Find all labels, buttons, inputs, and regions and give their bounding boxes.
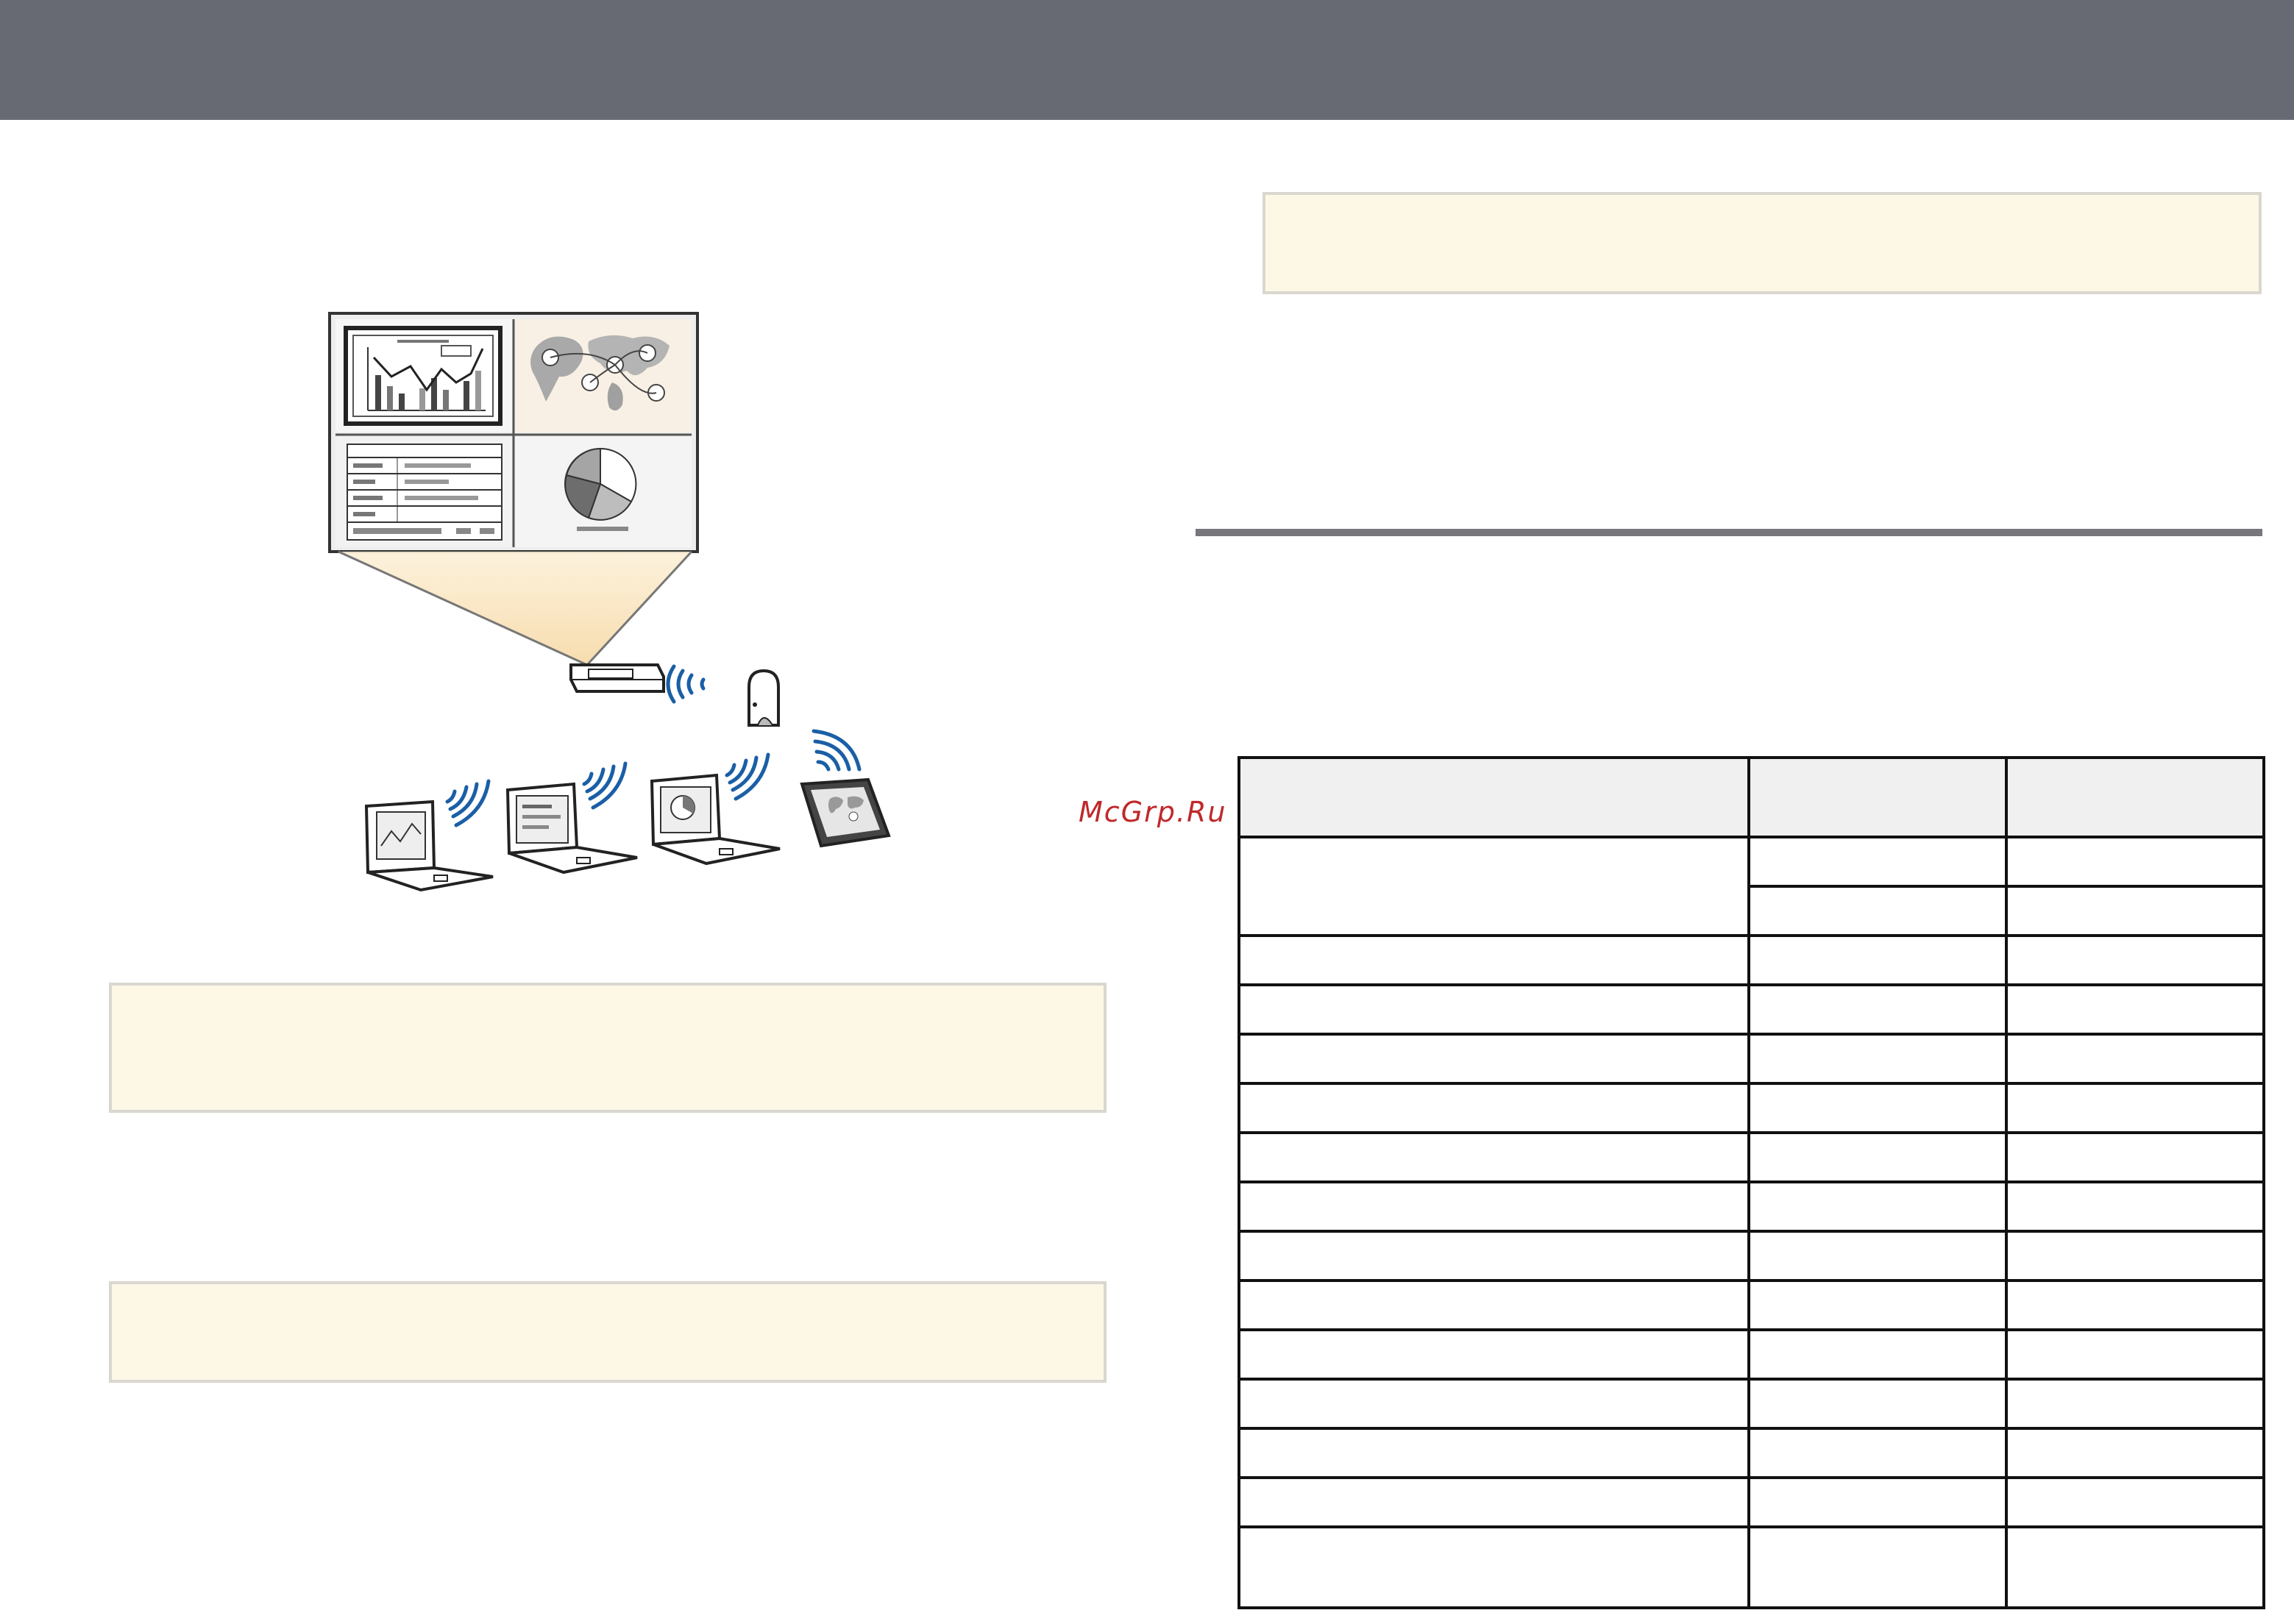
table-row bbox=[1237, 836, 2265, 937]
tablet-icon bbox=[800, 777, 891, 848]
table-cell bbox=[1237, 1476, 1750, 1528]
table-cell bbox=[2005, 1033, 2265, 1085]
table-cell bbox=[1747, 1082, 2008, 1134]
table-row bbox=[1237, 1082, 2265, 1134]
table-cell bbox=[1747, 1476, 2008, 1528]
wifi-icon bbox=[812, 729, 862, 772]
table-cell bbox=[2005, 1476, 2265, 1528]
table-panel-icon bbox=[347, 444, 503, 541]
table-row bbox=[1237, 1033, 2265, 1085]
table-header-cell bbox=[1237, 756, 1750, 838]
laptop-icon bbox=[505, 782, 638, 875]
table-cell bbox=[2005, 934, 2265, 986]
table-cell bbox=[2005, 836, 2265, 888]
table-cell bbox=[2005, 1378, 2265, 1430]
laptop-icon bbox=[650, 773, 781, 866]
watermark: McGrp.Ru bbox=[1079, 796, 1227, 828]
table-row bbox=[1237, 1279, 2265, 1331]
table-cell bbox=[1237, 1180, 1750, 1233]
table-header-cell bbox=[1747, 756, 2008, 838]
table-cell bbox=[2005, 1525, 2265, 1609]
table-cell bbox=[1747, 1279, 2008, 1331]
table-cell bbox=[1237, 1131, 1750, 1183]
wifi-icon bbox=[725, 752, 770, 801]
section-divider bbox=[1196, 529, 2262, 536]
table-cell bbox=[2005, 885, 2265, 937]
table-cell bbox=[2005, 1082, 2265, 1134]
table-cell bbox=[1237, 1082, 1750, 1134]
table-row bbox=[1237, 1131, 2265, 1183]
table-cell bbox=[1747, 983, 2008, 1036]
table-row bbox=[1237, 1525, 2265, 1609]
laptop-icon bbox=[364, 799, 494, 892]
note-box bbox=[109, 983, 1107, 1113]
header-bar bbox=[0, 0, 2294, 120]
table-cell bbox=[1237, 1279, 1750, 1331]
table-row bbox=[1237, 1230, 2265, 1282]
table-cell bbox=[1237, 1328, 1750, 1381]
table-cell bbox=[1237, 1230, 1750, 1282]
specification-table bbox=[1237, 756, 2265, 1609]
table-cell bbox=[2005, 1180, 2265, 1233]
note-box bbox=[109, 1281, 1107, 1383]
table-cell bbox=[1747, 1378, 2008, 1430]
table-header-row bbox=[1237, 756, 2265, 838]
table-cell bbox=[1747, 1180, 2008, 1233]
network-projection-illustration bbox=[328, 312, 891, 892]
table-cell bbox=[2005, 1328, 2265, 1381]
access-point-icon bbox=[747, 669, 780, 727]
wifi-icon bbox=[445, 779, 491, 827]
table-cell bbox=[1747, 836, 2008, 888]
table-cell bbox=[2005, 1131, 2265, 1183]
table-row bbox=[1237, 1427, 2265, 1479]
wifi-icon bbox=[582, 761, 628, 810]
wifi-icon bbox=[666, 664, 706, 704]
table-cell bbox=[1237, 1525, 1750, 1609]
line-chart-panel-icon bbox=[344, 326, 503, 426]
table-row bbox=[1237, 1378, 2265, 1430]
table-cell bbox=[1747, 1230, 2008, 1282]
table-cell bbox=[1747, 1427, 2008, 1479]
table-row bbox=[1237, 1180, 2265, 1233]
table-row bbox=[1237, 1476, 2265, 1528]
table-cell bbox=[1747, 885, 2008, 937]
table-cell bbox=[1747, 1033, 2008, 1085]
table-cell bbox=[1747, 1131, 2008, 1183]
table-cell bbox=[2005, 1230, 2265, 1282]
table-row bbox=[1237, 934, 2265, 986]
note-box bbox=[1263, 192, 2262, 294]
table-cell bbox=[2005, 983, 2265, 1036]
table-cell bbox=[1747, 934, 2008, 986]
table-cell bbox=[1747, 1328, 2008, 1381]
table-cell bbox=[1747, 1525, 2008, 1609]
table-row bbox=[1237, 1328, 2265, 1381]
table-cell bbox=[1237, 1378, 1750, 1430]
table-cell bbox=[1237, 836, 1750, 937]
projector-icon bbox=[569, 663, 665, 693]
table-cell bbox=[2005, 1279, 2265, 1331]
table-cell bbox=[1237, 934, 1750, 986]
table-header-cell bbox=[2005, 756, 2265, 838]
table-cell bbox=[2005, 1427, 2265, 1479]
table-cell bbox=[1237, 1427, 1750, 1479]
table-cell bbox=[1237, 1033, 1750, 1085]
table-cell bbox=[1237, 983, 1750, 1036]
table-row bbox=[1237, 983, 2265, 1036]
